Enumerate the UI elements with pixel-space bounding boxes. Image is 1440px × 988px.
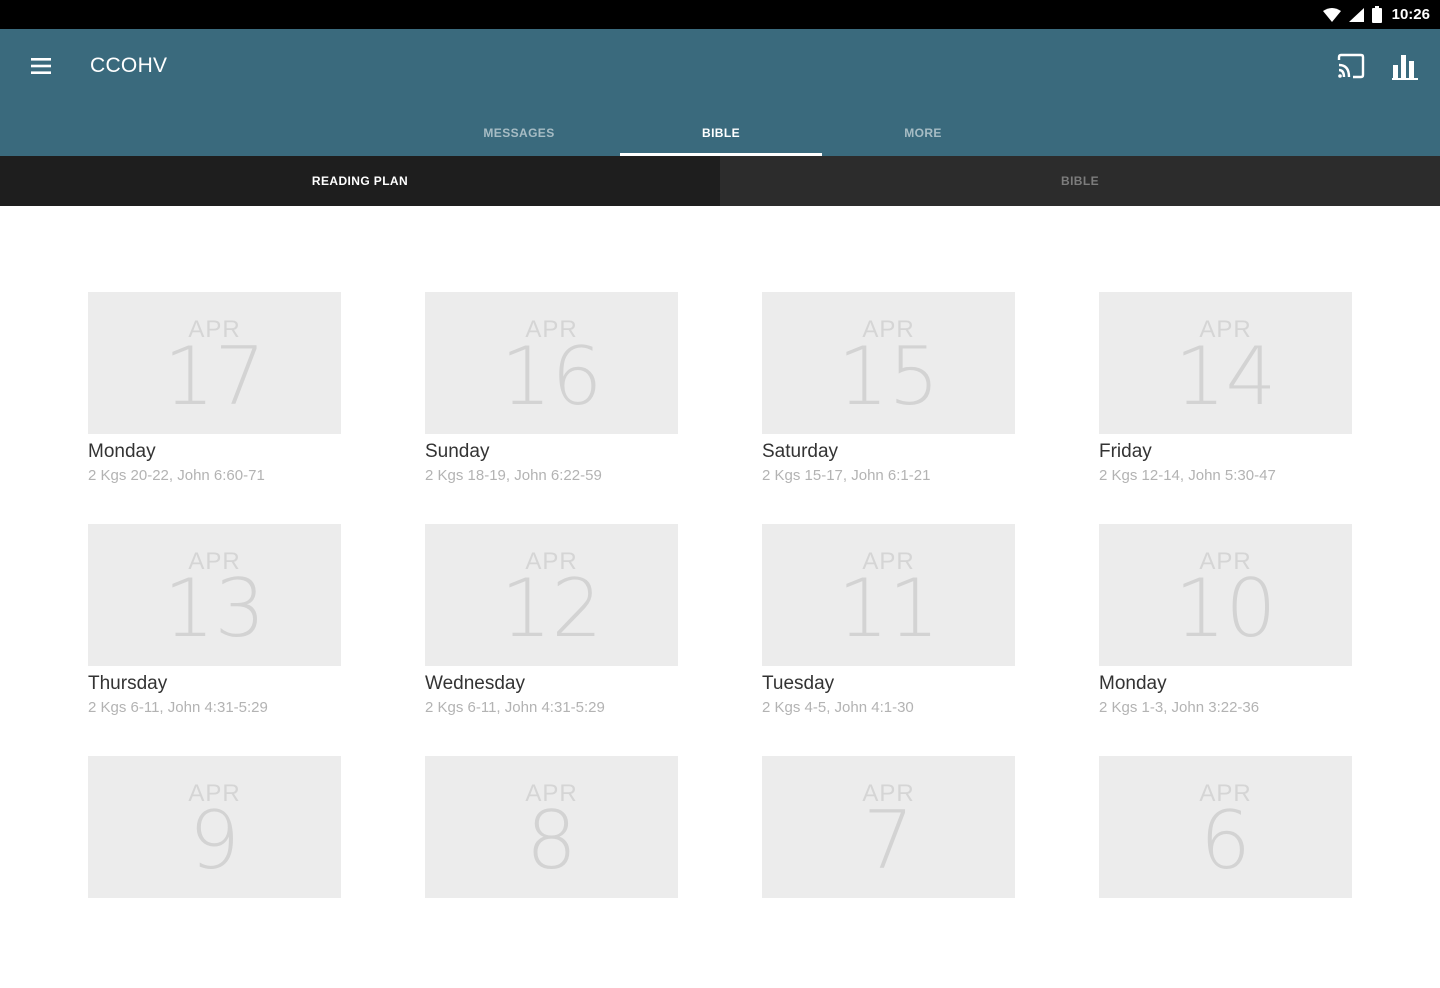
sub-tabs: READING PLAN BIBLE xyxy=(0,156,1440,206)
tab-messages[interactable]: MESSAGES xyxy=(418,109,620,156)
tile-day: 9 xyxy=(189,794,240,887)
sub-tab-bible-label: BIBLE xyxy=(1061,174,1099,188)
tab-messages-label: MESSAGES xyxy=(483,125,555,140)
date-tile: APR 8 xyxy=(425,756,678,898)
weekday-label: Wednesday xyxy=(425,673,525,694)
weekday-label: Monday xyxy=(88,441,156,462)
reading-day-card[interactable]: APR 6 xyxy=(1099,756,1352,988)
tile-day: 15 xyxy=(837,330,940,423)
date-tile: APR 13 xyxy=(88,524,341,666)
tile-day: 8 xyxy=(526,794,577,887)
reading-passages: 2 Kgs 12-14, John 5:30-47 xyxy=(1099,467,1276,484)
weekday-label: Thursday xyxy=(88,673,168,694)
date-tile: APR 7 xyxy=(762,756,1015,898)
weekday-label: Tuesday xyxy=(762,673,835,694)
status-time: 10:26 xyxy=(1391,6,1430,23)
cast-icon[interactable] xyxy=(1336,51,1366,81)
reading-day-card[interactable]: APR 11 Tuesday 2 Kgs 4-5, John 4:1-30 xyxy=(762,524,1015,756)
tab-bible[interactable]: BIBLE xyxy=(620,109,822,156)
date-tile: APR 10 xyxy=(1099,524,1352,666)
reading-passages: 2 Kgs 6-11, John 4:31-5:29 xyxy=(88,699,268,716)
tab-more[interactable]: MORE xyxy=(822,109,1024,156)
date-tile: APR 9 xyxy=(88,756,341,898)
cell-signal-icon xyxy=(1348,7,1364,22)
app-title: CCOHV xyxy=(90,54,168,77)
reading-day-card[interactable]: APR 8 xyxy=(425,756,678,988)
reading-day-card[interactable]: APR 13 Thursday 2 Kgs 6-11, John 4:31-5:… xyxy=(88,524,341,756)
reading-passages: 2 Kgs 6-11, John 4:31-5:29 xyxy=(425,699,605,716)
wifi-icon xyxy=(1322,7,1341,22)
sub-tab-reading-plan-label: READING PLAN xyxy=(311,174,409,188)
reading-day-card[interactable]: APR 9 xyxy=(88,756,341,988)
reading-passages: 2 Kgs 1-3, John 3:22-36 xyxy=(1099,699,1260,716)
reading-day-card[interactable]: APR 15 Saturday 2 Kgs 15-17, John 6:1-21 xyxy=(762,292,1015,524)
app-bar: CCOHV MESSAGES BIBLE MORE xyxy=(0,29,1440,156)
date-tile: APR 12 xyxy=(425,524,678,666)
weekday-label: Saturday xyxy=(762,441,839,462)
menu-icon[interactable] xyxy=(28,53,54,79)
date-tile: APR 17 xyxy=(88,292,341,434)
tile-day: 12 xyxy=(500,562,603,655)
weekday-label: Friday xyxy=(1099,441,1152,462)
tile-day: 17 xyxy=(163,330,266,423)
reading-passages: 2 Kgs 15-17, John 6:1-21 xyxy=(762,467,931,484)
reading-passages: 2 Kgs 18-19, John 6:22-59 xyxy=(425,467,602,484)
weekday-label: Sunday xyxy=(425,441,490,462)
date-tile: APR 6 xyxy=(1099,756,1352,898)
reading-passages: 2 Kgs 4-5, John 4:1-30 xyxy=(762,699,914,716)
tile-day: 16 xyxy=(500,330,603,423)
status-bar: 10:26 xyxy=(0,0,1440,29)
sub-tab-reading-plan[interactable]: READING PLAN xyxy=(0,156,720,206)
sub-tab-bible[interactable]: BIBLE xyxy=(720,156,1440,206)
weekday-label: Monday xyxy=(1099,673,1167,694)
reading-plan-grid: APR 17 Monday 2 Kgs 20-22, John 6:60-71 … xyxy=(88,292,1353,988)
reading-day-card[interactable]: APR 16 Sunday 2 Kgs 18-19, John 6:22-59 xyxy=(425,292,678,524)
date-tile: APR 15 xyxy=(762,292,1015,434)
date-tile: APR 11 xyxy=(762,524,1015,666)
date-tile: APR 14 xyxy=(1099,292,1352,434)
tile-day: 11 xyxy=(837,562,940,655)
main-tabs: MESSAGES BIBLE MORE xyxy=(418,109,1024,156)
tile-day: 14 xyxy=(1174,330,1277,423)
date-tile: APR 16 xyxy=(425,292,678,434)
tile-day: 13 xyxy=(163,562,266,655)
tile-day: 10 xyxy=(1174,562,1277,655)
tile-day: 6 xyxy=(1200,794,1251,887)
tab-bible-label: BIBLE xyxy=(702,125,740,140)
reading-passages: 2 Kgs 20-22, John 6:60-71 xyxy=(88,467,265,484)
reading-day-card[interactable]: APR 17 Monday 2 Kgs 20-22, John 6:60-71 xyxy=(88,292,341,524)
battery-icon xyxy=(1371,6,1382,23)
tile-day: 7 xyxy=(863,794,914,887)
reading-day-card[interactable]: APR 12 Wednesday 2 Kgs 6-11, John 4:31-5… xyxy=(425,524,678,756)
reading-day-card[interactable]: APR 7 xyxy=(762,756,1015,988)
bar-chart-icon[interactable] xyxy=(1392,51,1418,81)
reading-day-card[interactable]: APR 10 Monday 2 Kgs 1-3, John 3:22-36 xyxy=(1099,524,1352,756)
tab-more-label: MORE xyxy=(904,125,942,140)
reading-day-card[interactable]: APR 14 Friday 2 Kgs 12-14, John 5:30-47 xyxy=(1099,292,1352,524)
